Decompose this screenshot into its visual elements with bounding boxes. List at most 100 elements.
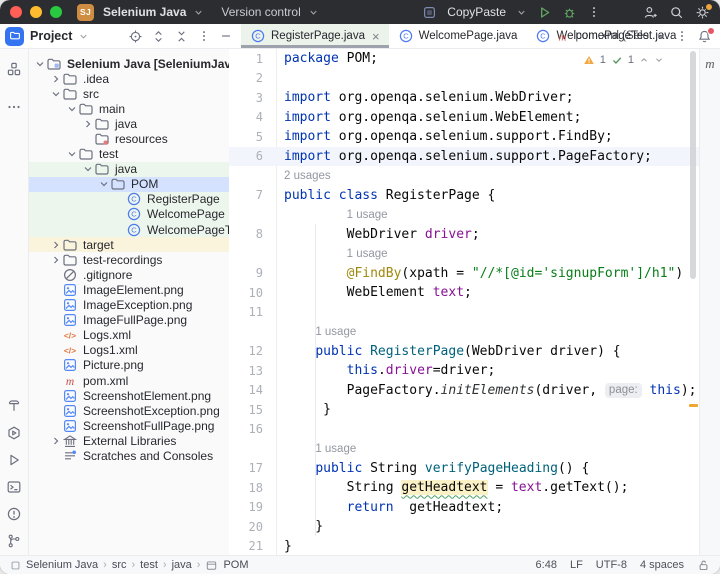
collapse-all-icon[interactable] bbox=[174, 29, 189, 44]
panel-title[interactable]: Project bbox=[30, 29, 72, 43]
git-icon[interactable] bbox=[6, 533, 22, 549]
usages-hint-row[interactable]: 1 usage bbox=[229, 205, 699, 225]
chevron-down-icon[interactable] bbox=[65, 148, 78, 160]
chevron-down-icon[interactable] bbox=[516, 7, 527, 18]
code-editor[interactable]: 1package POM;23import org.openqa.seleniu… bbox=[229, 49, 699, 555]
structure-icon[interactable] bbox=[6, 61, 22, 77]
code-line-3[interactable]: 3import org.openqa.selenium.WebDriver; bbox=[229, 88, 699, 108]
tree-item-test-recordings[interactable]: test-recordings bbox=[29, 252, 229, 267]
inspections-widget[interactable]: 1 1 bbox=[580, 53, 667, 67]
code-line-2[interactable]: 2 bbox=[229, 69, 699, 89]
chevron-right-icon[interactable] bbox=[81, 118, 94, 130]
tree-item-registerpage[interactable]: CRegisterPage bbox=[29, 192, 229, 207]
project-menu[interactable]: Selenium Java bbox=[103, 5, 186, 19]
chevron-down-icon[interactable] bbox=[33, 58, 46, 70]
more-h-icon[interactable] bbox=[6, 99, 22, 115]
chevron-right-icon[interactable] bbox=[49, 239, 62, 251]
more-v-icon[interactable] bbox=[197, 29, 211, 43]
tree-item-picture-png[interactable]: Picture.png bbox=[29, 358, 229, 373]
tree-item-scratches-and-consoles[interactable]: Scratches and Consoles bbox=[29, 448, 229, 463]
code-line-15[interactable]: 15 } bbox=[229, 400, 699, 420]
settings-icon[interactable] bbox=[695, 5, 710, 20]
caret-position[interactable]: 6:48 bbox=[536, 559, 557, 571]
usages-hint-row[interactable]: 1 usage bbox=[229, 244, 699, 264]
code-line-14[interactable]: 14 PageFactory.initElements(driver, page… bbox=[229, 381, 699, 401]
tree-item-selenium-java-seleniumjava-[interactable]: Selenium Java [SeleniumJava]~/IdeaProj bbox=[29, 56, 229, 71]
tree-item-test[interactable]: test bbox=[29, 147, 229, 162]
code-line-10[interactable]: 10 WebElement text; bbox=[229, 283, 699, 303]
breadcrumb-item[interactable]: POM bbox=[223, 559, 248, 571]
tree-item-src[interactable]: src bbox=[29, 86, 229, 101]
tree-item-imagefullpage-png[interactable]: ImageFullPage.png bbox=[29, 313, 229, 328]
breadcrumb-item[interactable]: test bbox=[140, 559, 158, 571]
tree-item-welcomepage[interactable]: CWelcomePage bbox=[29, 207, 229, 222]
chevron-down-icon[interactable] bbox=[655, 30, 667, 42]
more-v-icon[interactable] bbox=[675, 29, 689, 43]
tree-item-imageexception-png[interactable]: ImageException.png bbox=[29, 298, 229, 313]
code-line-4[interactable]: 4import org.openqa.selenium.WebElement; bbox=[229, 108, 699, 128]
indent-style[interactable]: 4 spaces bbox=[640, 559, 684, 571]
problems-icon[interactable] bbox=[6, 506, 22, 522]
project-tool-window-icon[interactable] bbox=[5, 27, 24, 46]
code-line-9[interactable]: 9 @FindBy(xpath = "//*[@id='signupForm']… bbox=[229, 264, 699, 284]
terminal-icon[interactable] bbox=[6, 479, 22, 495]
notifications-icon[interactable] bbox=[697, 29, 712, 44]
tree-item-imageelement-png[interactable]: ImageElement.png bbox=[29, 282, 229, 297]
breadcrumb-item[interactable]: java bbox=[172, 559, 192, 571]
chevron-down-icon[interactable] bbox=[49, 88, 62, 100]
usages-hint-row[interactable]: 2 usages bbox=[229, 166, 699, 186]
chevron-down-icon[interactable] bbox=[81, 163, 94, 175]
run-configuration-icon[interactable] bbox=[422, 5, 437, 20]
chevron-up-icon[interactable] bbox=[639, 55, 649, 65]
line-separator[interactable]: LF bbox=[570, 559, 583, 571]
chevron-right-icon[interactable] bbox=[49, 254, 62, 266]
tree-item-logs-xml[interactable]: </>Logs.xml bbox=[29, 328, 229, 343]
play-icon[interactable] bbox=[537, 5, 552, 20]
warning-stripe-mark[interactable] bbox=[689, 404, 698, 407]
more-v-light-icon[interactable] bbox=[587, 5, 601, 19]
usages-hint-row[interactable]: 1 usage bbox=[229, 322, 699, 342]
scrollbar-thumb[interactable] bbox=[690, 51, 696, 279]
file-encoding[interactable]: UTF-8 bbox=[596, 559, 627, 571]
run-icon[interactable] bbox=[6, 452, 22, 468]
code-line-18[interactable]: 18 String getHeadtext = text.getText(); bbox=[229, 478, 699, 498]
code-line-8[interactable]: 8 WebDriver driver; bbox=[229, 225, 699, 245]
chevron-down-icon[interactable] bbox=[654, 55, 664, 65]
right-split-strip[interactable]: m bbox=[699, 49, 720, 555]
code-line-6[interactable]: 6import org.openqa.selenium.support.Page… bbox=[229, 147, 699, 167]
services-icon[interactable] bbox=[6, 425, 22, 441]
add-user-icon[interactable] bbox=[643, 5, 658, 20]
chevron-right-icon[interactable] bbox=[49, 435, 62, 447]
chevron-right-icon[interactable] bbox=[49, 73, 62, 85]
tab-registerpage-java[interactable]: CRegisterPage.java× bbox=[241, 24, 389, 48]
tree-item--gitignore[interactable]: .gitignore bbox=[29, 267, 229, 282]
tree-item-logs1-xml[interactable]: </>Logs1.xml bbox=[29, 343, 229, 358]
hide-icon[interactable] bbox=[219, 29, 233, 43]
tree-item-pom[interactable]: POM bbox=[29, 177, 229, 192]
tree-item-screenshotexception-png[interactable]: ScreenshotException.png bbox=[29, 403, 229, 418]
vcs-menu[interactable]: Version control bbox=[221, 5, 300, 19]
debug-icon[interactable] bbox=[562, 5, 577, 20]
build-icon[interactable] bbox=[6, 398, 22, 414]
chevron-down-icon[interactable] bbox=[65, 103, 78, 115]
tree-item-screenshotelement-png[interactable]: ScreenshotElement.png bbox=[29, 388, 229, 403]
tree-item-java[interactable]: java bbox=[29, 162, 229, 177]
code-line-5[interactable]: 5import org.openqa.selenium.support.Find… bbox=[229, 127, 699, 147]
tree-item-main[interactable]: main bbox=[29, 101, 229, 116]
code-line-16[interactable]: 16 bbox=[229, 420, 699, 440]
breadcrumb-item[interactable]: src bbox=[112, 559, 127, 571]
tree-item-welcomepagetest[interactable]: CWelcomePageTest bbox=[29, 222, 229, 237]
search-icon[interactable] bbox=[669, 5, 684, 20]
tree-item-screenshotfullpage-png[interactable]: ScreenshotFullPage.png bbox=[29, 418, 229, 433]
close-icon[interactable]: × bbox=[372, 29, 380, 44]
tree-item-target[interactable]: target bbox=[29, 237, 229, 252]
locate-icon[interactable] bbox=[128, 29, 143, 44]
close-window-button[interactable] bbox=[10, 6, 22, 18]
minimize-window-button[interactable] bbox=[30, 6, 42, 18]
code-line-20[interactable]: 20 } bbox=[229, 517, 699, 537]
tree-item-java[interactable]: java bbox=[29, 116, 229, 131]
expand-all-icon[interactable] bbox=[151, 29, 166, 44]
zoom-window-button[interactable] bbox=[50, 6, 62, 18]
code-line-11[interactable]: 11 bbox=[229, 303, 699, 323]
tree-item-external-libraries[interactable]: External Libraries bbox=[29, 433, 229, 448]
